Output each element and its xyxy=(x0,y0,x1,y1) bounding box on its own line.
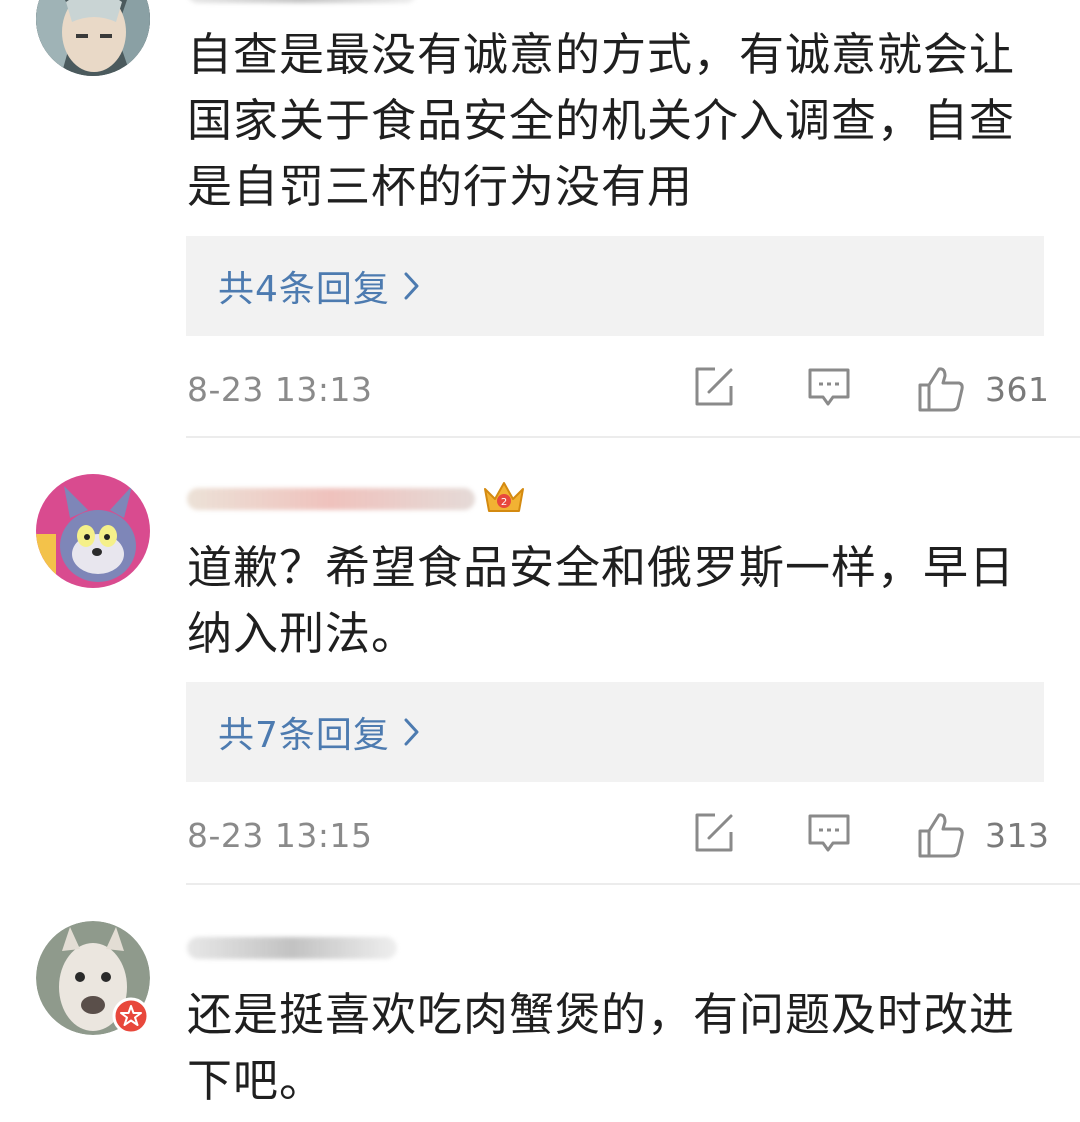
comment-meta-row: 8-23 13:13 361 xyxy=(187,360,1050,416)
repost-edit-icon[interactable] xyxy=(693,366,735,408)
comment-bubble-icon[interactable] xyxy=(807,812,851,856)
username[interactable] xyxy=(187,0,527,14)
thumbs-up-icon[interactable] xyxy=(917,812,965,858)
like-count: 313 xyxy=(985,816,1050,855)
chevron-right-icon xyxy=(404,272,420,300)
timestamp: 8-23 13:13 xyxy=(187,370,373,409)
comment-bubble-icon[interactable] xyxy=(807,366,851,410)
crown-badge-icon: 2 xyxy=(481,477,527,521)
svg-text:2: 2 xyxy=(501,497,507,508)
verified-badge-icon xyxy=(112,997,150,1035)
repost-edit-icon[interactable] xyxy=(693,812,735,854)
reply-summary-box[interactable]: 共4条回复 xyxy=(186,236,1044,336)
view-replies-link[interactable]: 共4条回复 xyxy=(218,260,420,312)
comment-text: 还是挺喜欢吃肉蟹煲的，有问题及时改进下吧。 xyxy=(187,988,1016,1107)
username[interactable] xyxy=(187,926,527,970)
comment-meta-row: 8-23 13:15 313 xyxy=(187,806,1050,862)
reply-summary-box[interactable]: 共7条回复 xyxy=(186,682,1044,782)
avatar[interactable] xyxy=(36,921,150,1035)
view-replies-label: 共4条回复 xyxy=(218,269,390,310)
username[interactable]: 2 xyxy=(187,477,527,521)
chevron-right-icon xyxy=(404,718,420,746)
comment-text: 自查是最没有诚意的方式，有诚意就会让国家关于食品安全的机关介入调查，自查是自罚三… xyxy=(187,28,1016,213)
like-count: 361 xyxy=(985,370,1050,409)
avatar[interactable] xyxy=(36,0,150,76)
view-replies-label: 共7条回复 xyxy=(218,715,390,756)
view-replies-link[interactable]: 共7条回复 xyxy=(218,706,420,758)
comment-item: 还是挺喜欢吃肉蟹煲的，有问题及时改进下吧。 xyxy=(0,884,1080,1122)
comment-item: 2 道歉？希望食品安全和俄罗斯一样，早日纳入刑法。 共7条回复 8-23 13:… xyxy=(0,437,1080,884)
thumbs-up-icon[interactable] xyxy=(917,366,965,412)
comment-item: 自查是最没有诚意的方式，有诚意就会让国家关于食品安全的机关介入调查，自查是自罚三… xyxy=(0,0,1080,437)
timestamp: 8-23 13:15 xyxy=(187,816,373,855)
avatar[interactable] xyxy=(36,474,150,588)
comment-text: 道歉？希望食品安全和俄罗斯一样，早日纳入刑法。 xyxy=(187,541,1016,660)
